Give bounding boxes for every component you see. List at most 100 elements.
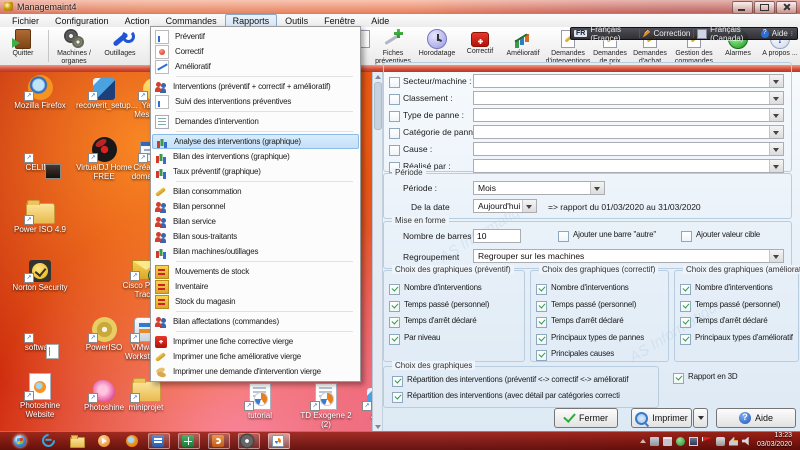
combo-arrow-icon[interactable] [769,75,783,87]
menu-item-bilan-service[interactable]: Bilan service [152,214,359,229]
keyboard-layout-label[interactable]: Français (Canada) [710,25,758,43]
toolbar-button-horodatage[interactable]: Horodatage [414,27,460,65]
show-hidden-icons-button[interactable] [640,439,646,443]
tray-wifiwarn-icon[interactable] [729,437,738,446]
chart-option-checkbox[interactable]: Nombre d'interventions [680,283,793,295]
chart-option-checkbox[interactable]: Principales causes [536,349,663,361]
tray-volume-icon[interactable] [742,437,751,446]
checkbox-box[interactable] [680,284,691,295]
scroll-down-icon[interactable] [375,425,381,429]
desktop-icon-td-exogene-2-2-[interactable]: TD Exogene 2 (2) [298,382,354,430]
tray-gadget-icon[interactable] [716,437,725,446]
filter-combo-2[interactable] [473,108,784,122]
filter-checkbox-1[interactable] [389,93,400,105]
chart-option-checkbox[interactable]: Temps d'arrêt déclaré [536,316,663,328]
checkbox-box[interactable] [673,373,684,384]
taskbar-app-folder[interactable] [69,434,84,448]
checkbox-box[interactable] [536,317,547,328]
filter-checkbox-2[interactable] [389,110,400,122]
filter-combo-0[interactable] [473,74,784,88]
language-badge[interactable]: FR [574,30,587,37]
menu-item-pr-ventif[interactable]: Préventif [152,29,359,44]
aide-button[interactable]: Aide [716,408,796,428]
title-bar[interactable]: Managemaint4 [0,0,800,14]
repartition-checkbox[interactable]: Répartition des interventions (avec déta… [392,391,658,403]
chart-option-checkbox[interactable]: Principaux types de pannes [536,333,663,345]
menubar-item-aide[interactable]: Aide [363,14,397,28]
toolbar-button-quitter[interactable]: Quitter [0,27,46,65]
checkbox-box[interactable] [536,334,547,345]
regroup-combo[interactable]: Regrouper sur les machines [473,249,784,263]
chart-option-checkbox[interactable]: Temps passé (personnel) [536,300,663,312]
langbar-options-icon[interactable]: ⁝ [791,30,794,38]
menubar-item-configuration[interactable]: Configuration [47,14,117,28]
taskbar-app-word[interactable] [148,433,170,449]
chart-option-checkbox[interactable]: Principaux types d'amélioratif [680,333,793,345]
menu-item-imprimer-une-fiche-corrective-vierge[interactable]: Imprimer une fiche corrective vierge [152,334,359,349]
taskbar-app-ie[interactable] [41,434,56,448]
menu-item-demandes-d-intervention[interactable]: Demandes d'intervention [152,114,359,129]
filter-checkbox-4[interactable] [389,144,400,156]
menu-item-bilan-machines-outillages[interactable]: Bilan machines/outillages [152,244,359,259]
checkbox-box[interactable] [680,317,691,328]
add-other-bar-checkbox[interactable]: Ajouter une barre "autre" [558,230,656,242]
chart-option-checkbox[interactable]: Par niveau [389,333,519,345]
menu-item-bilan-personnel[interactable]: Bilan personnel [152,199,359,214]
close-button[interactable] [776,1,797,14]
combo-arrow-icon[interactable] [769,160,783,172]
correction-label[interactable]: Correction [653,29,690,38]
tray-flag-icon[interactable] [702,437,712,446]
filter-combo-5[interactable] [473,159,784,173]
checkbox-box[interactable] [389,334,400,345]
chart-option-checkbox[interactable]: Nombre d'interventions [536,283,663,295]
menu-item-bilan-sous-traitants[interactable]: Bilan sous-traitants [152,229,359,244]
language-name[interactable]: Français (France) [590,25,635,43]
checkbox-box[interactable] [536,350,547,361]
checkbox-box[interactable] [389,128,400,139]
checkbox-box[interactable] [680,301,691,312]
combo-arrow-icon[interactable] [522,200,536,212]
taskbar-app-ppt[interactable] [208,433,230,449]
langbar-help-label[interactable]: Aide [772,29,788,38]
tray-printer-icon[interactable] [663,437,672,446]
taskbar-app-start[interactable] [13,434,28,448]
repartition-checkbox[interactable]: Répartition des interventions (préventif… [392,375,658,387]
desktop-icon-recoverit-setup-[interactable]: recoverit_setup... [76,72,132,111]
menu-item-analyse-des-interventions-graphique-[interactable]: Analyse des interventions (graphique) [152,134,359,149]
filter-combo-4[interactable] [473,142,784,156]
taskbar-app-gear[interactable] [238,433,260,449]
filter-checkbox-0[interactable] [389,76,400,88]
desktop-icon-power-iso-4-9[interactable]: Power ISO 4.9 [12,196,68,235]
checkbox-box[interactable] [536,284,547,295]
maximize-button[interactable] [754,1,775,14]
desktop-icon-celine[interactable]: CELINE [12,134,68,173]
language-bar[interactable]: FR Français (France) Correction Français… [570,27,798,40]
checkbox-box[interactable] [389,301,400,312]
date-combo[interactable]: Aujourd'hui [473,199,537,213]
menu-item-stock-du-magasin[interactable]: Stock du magasin [152,294,359,309]
checkbox-box[interactable] [680,334,691,345]
minimize-button[interactable] [732,1,753,14]
taskbar-app-firefox[interactable] [125,434,140,448]
toolbar-button-outillages[interactable]: Outillages [97,27,143,65]
toolbar-button-fiches-pr-ventives-mises[interactable]: Fiches préventives émises [372,27,414,65]
scroll-up-icon[interactable] [375,75,381,79]
combo-arrow-icon[interactable] [769,250,783,262]
filter-combo-3[interactable] [473,125,784,139]
checkbox-box[interactable] [389,317,400,328]
menu-item-bilan-consommation[interactable]: Bilan consommation [152,184,359,199]
menu-item-bilan-des-interventions-graphique-[interactable]: Bilan des interventions (graphique) [152,149,359,164]
desktop-icon-virtualdj-home-free[interactable]: VirtualDJ Home FREE [76,134,132,182]
imprimer-dropdown-button[interactable] [693,408,708,428]
tray-security-icon[interactable] [676,437,685,446]
taskbar-app-mm[interactable] [268,433,290,449]
rapport-3d-checkbox[interactable]: Rapport en 3D [673,372,737,384]
chart-option-checkbox[interactable]: Temps d'arrêt déclaré [680,316,793,328]
periode-combo[interactable]: Mois [473,181,605,195]
checkbox-box[interactable] [389,145,400,156]
desktop-icon-norton-security[interactable]: Norton Security [12,254,68,293]
filter-combo-1[interactable] [473,91,784,105]
toolbar-button-machines-organes[interactable]: Machines / organes [51,27,97,65]
combo-arrow-icon[interactable] [769,143,783,155]
checkbox-box[interactable] [389,284,400,295]
